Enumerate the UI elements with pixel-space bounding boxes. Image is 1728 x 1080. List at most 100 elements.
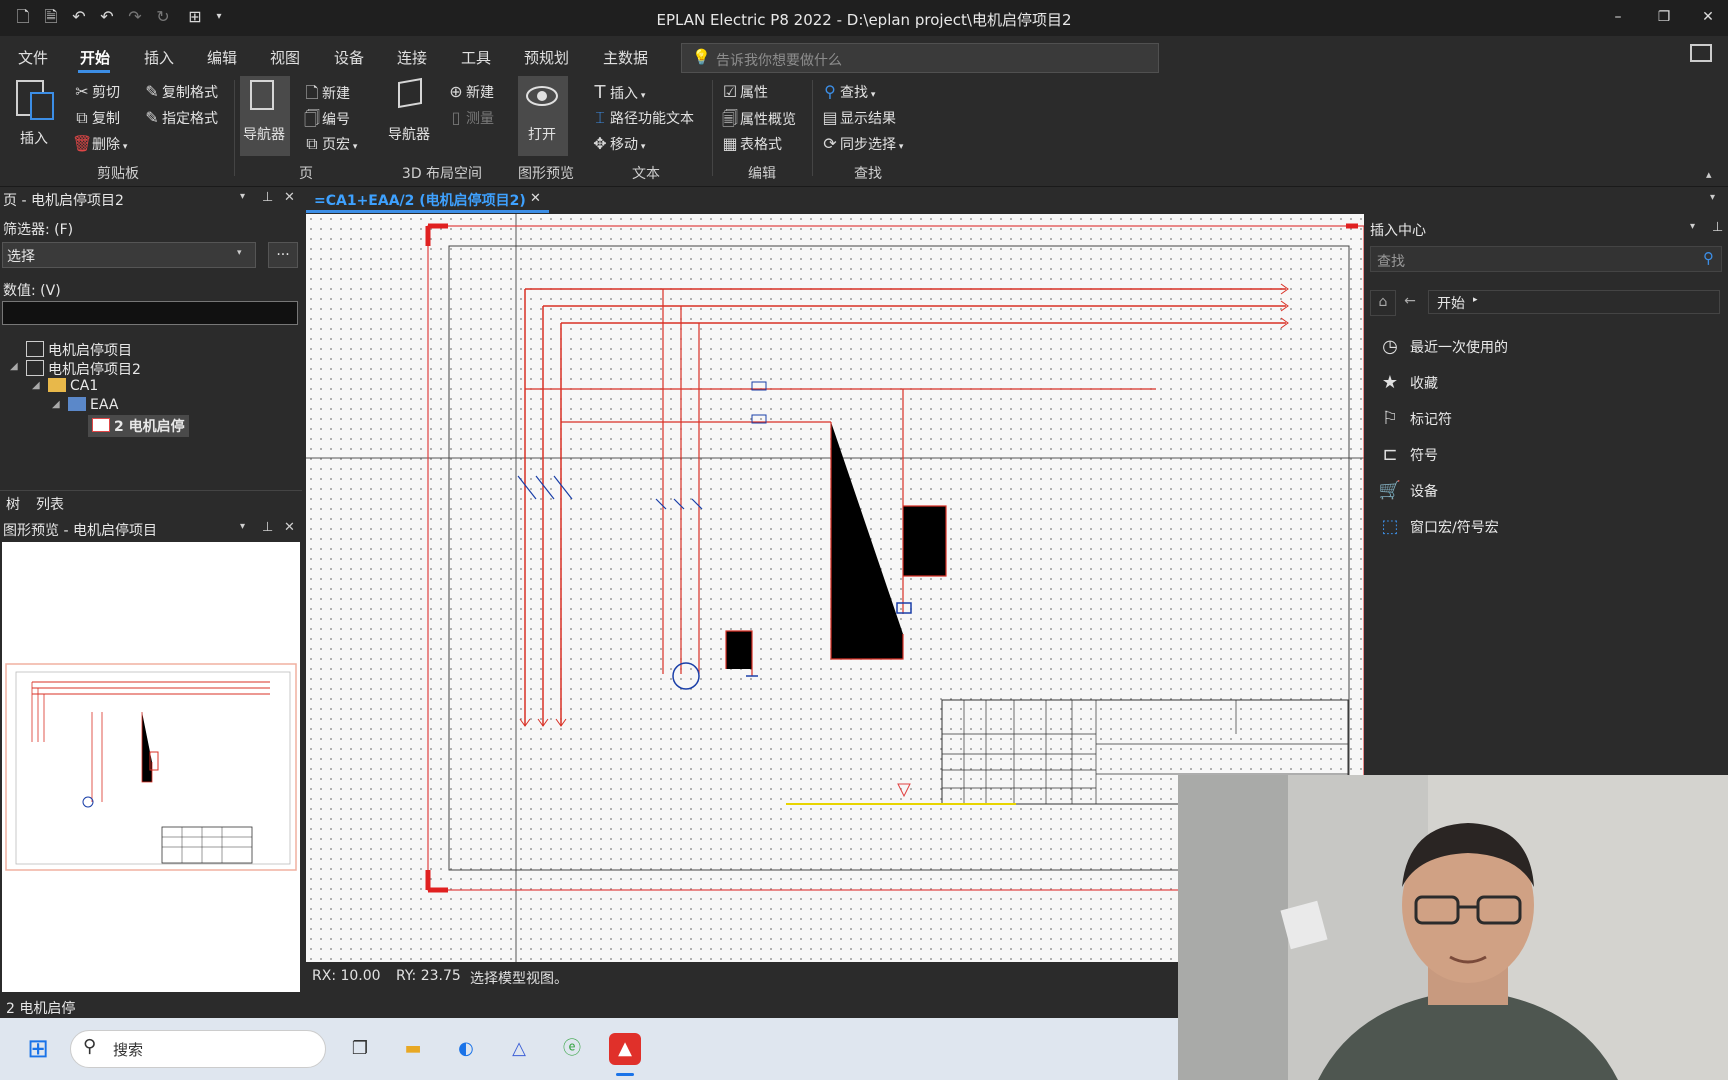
location-icon xyxy=(68,397,86,411)
panel-menu-icon[interactable]: ▾ xyxy=(1690,221,1695,232)
tab-list[interactable]: 列表 xyxy=(36,494,64,514)
panel-menu-icon[interactable]: ▾ xyxy=(240,191,245,202)
close-icon[interactable]: ✕ xyxy=(1688,4,1728,30)
panel-layout-icon[interactable] xyxy=(1690,44,1712,62)
menu-tools[interactable]: 工具 xyxy=(461,47,491,68)
page-navigator-icon xyxy=(250,80,274,110)
navigator-button[interactable]: 导航器 xyxy=(240,76,290,156)
menu-view[interactable]: 视图 xyxy=(270,47,300,68)
macro-icon: ⬚ xyxy=(1381,516,1399,537)
breadcrumb[interactable]: 开始 ▸ xyxy=(1428,290,1720,314)
path-text-label: 路径功能文本 xyxy=(610,111,694,127)
panel-menu-icon[interactable]: ▾ xyxy=(240,521,245,532)
sync-select-label: 同步选择 xyxy=(840,137,896,153)
search-icon[interactable]: ⚲ xyxy=(1703,249,1714,267)
insert-big-button[interactable]: 插入 xyxy=(12,78,56,148)
property-button[interactable]: ☑ 属性 xyxy=(720,82,768,102)
item-label: 标记符 xyxy=(1410,412,1452,428)
app-triangle-icon[interactable]: △ xyxy=(503,1033,535,1065)
task-view-icon[interactable]: ❐ xyxy=(344,1033,376,1065)
ribbon-separator xyxy=(712,80,713,176)
expand-icon[interactable]: ◢ xyxy=(10,361,18,372)
menu-master-data[interactable]: 主数据 xyxy=(603,47,648,68)
close-tab-icon[interactable]: ✕ xyxy=(530,191,541,206)
property-overview-icon: 🗐 xyxy=(722,109,738,128)
tell-me-search[interactable]: 💡 告诉我你想要做什么 xyxy=(681,43,1159,73)
symbol-item[interactable]: ⊏ 符号 xyxy=(1378,444,1438,465)
number-button[interactable]: 🗍 编号 xyxy=(302,108,350,135)
menu-insert[interactable]: 插入 xyxy=(144,47,174,68)
path-text-button[interactable]: ⌶ 路径功能文本 xyxy=(590,108,694,128)
windows-start-icon[interactable]: ⊞ xyxy=(22,1033,54,1065)
delete-label: 删除 xyxy=(92,137,120,153)
edge-browser-icon[interactable]: ◐ xyxy=(450,1033,482,1065)
menu-device[interactable]: 设备 xyxy=(334,47,364,68)
minimize-icon[interactable]: – xyxy=(1598,4,1638,30)
back-icon[interactable]: ← xyxy=(1398,290,1422,314)
expand-icon[interactable]: ◢ xyxy=(52,399,60,410)
copy-button[interactable]: ⧉ 复制 xyxy=(72,108,120,128)
filter-value: 选择 xyxy=(7,249,35,265)
pin-icon[interactable]: ⊥ xyxy=(262,190,273,205)
ie-browser-icon[interactable]: ⓔ xyxy=(556,1033,588,1065)
insert-center-search[interactable]: 查找 ⚲ xyxy=(1370,246,1722,272)
file-explorer-icon[interactable]: ▬ xyxy=(397,1033,429,1065)
star-icon: ★ xyxy=(1381,372,1399,393)
text-t-icon: T xyxy=(594,82,606,103)
page-macro-button[interactable]: ⧉ 页宏 ▾ xyxy=(302,134,357,154)
recent-item[interactable]: ◷ 最近一次使用的 xyxy=(1378,336,1508,357)
property-overview-button[interactable]: 🗐 属性概览 xyxy=(720,108,796,135)
collapse-ribbon-icon[interactable]: ▴ xyxy=(1706,168,1712,181)
new-page-button[interactable]: 🗋 新建 xyxy=(302,82,350,109)
chevron-down-icon: ▾ xyxy=(237,248,242,258)
marker-item[interactable]: ⚐ 标记符 xyxy=(1378,408,1452,429)
tree-item-project1[interactable]: 电机启停项目 xyxy=(26,340,132,360)
ruler-icon: ▯ xyxy=(451,108,461,127)
tree-item-ca1[interactable]: CA1 xyxy=(48,378,98,394)
tab-list-icon[interactable]: ▾ xyxy=(1710,192,1715,203)
taskbar-search[interactable]: ⚲ 搜索 xyxy=(70,1030,326,1068)
copy-label: 复制 xyxy=(92,111,120,127)
table-format-button[interactable]: ▦ 表格式 xyxy=(720,134,782,154)
cut-button[interactable]: ✂ 剪切 xyxy=(72,82,120,102)
device-item[interactable]: 🛒 设备 xyxy=(1378,480,1438,501)
home-icon[interactable]: ⌂ xyxy=(1370,290,1396,316)
tab-document[interactable]: =CA1+EAA/2 (电机启停项目2) ✕ xyxy=(306,187,549,213)
menu-start[interactable]: 开始 xyxy=(80,47,110,68)
tree-item-eaa[interactable]: EAA xyxy=(68,397,118,413)
close-panel-icon[interactable]: ✕ xyxy=(284,520,295,535)
menu-preplanning[interactable]: 预规划 xyxy=(524,47,569,68)
value-input[interactable] xyxy=(2,301,298,325)
menu-connect[interactable]: 连接 xyxy=(397,47,427,68)
measure-button[interactable]: ▯ 测量 xyxy=(446,108,494,128)
assign-format-button[interactable]: ✎ 指定格式 xyxy=(142,108,218,128)
tree-item-project2[interactable]: 电机启停项目2 xyxy=(26,359,141,379)
breadcrumb-start: 开始 xyxy=(1437,296,1465,312)
open-label: 打开 xyxy=(528,127,556,143)
move-button[interactable]: ✥ 移动 ▾ xyxy=(590,134,645,154)
filter-more-button[interactable]: ... xyxy=(268,242,298,268)
favorites-item[interactable]: ★ 收藏 xyxy=(1378,372,1438,393)
tab-tree[interactable]: 树 xyxy=(6,494,20,514)
pin-icon[interactable]: ⊥ xyxy=(262,520,273,535)
show-results-button[interactable]: ▤ 显示结果 xyxy=(820,108,896,128)
menu-file[interactable]: 文件 xyxy=(18,47,48,68)
text-insert-button[interactable]: T 插入 ▾ xyxy=(590,82,646,103)
menu-edit[interactable]: 编辑 xyxy=(207,47,237,68)
tree-item-page2[interactable]: 2 电机启停 xyxy=(88,415,189,437)
filter-select[interactable]: 选择 ▾ xyxy=(2,242,256,268)
navigator3d-button[interactable]: 导航器 xyxy=(386,76,436,156)
eplan-app-icon[interactable]: ▲ xyxy=(609,1033,641,1065)
delete-button[interactable]: 🗑删除 ▾ xyxy=(72,134,127,154)
open-preview-button[interactable]: 打开 xyxy=(518,76,568,156)
copy-format-button[interactable]: ✎ 复制格式 xyxy=(142,82,218,102)
new-3d-button[interactable]: ⊕ 新建 xyxy=(446,82,494,102)
close-panel-icon[interactable]: ✕ xyxy=(284,190,295,205)
find-button[interactable]: ⚲ 查找 ▾ xyxy=(820,82,875,102)
restore-icon[interactable]: ❐ xyxy=(1644,4,1684,30)
expand-icon[interactable]: ◢ xyxy=(32,380,40,391)
pin-icon[interactable]: ⊥ xyxy=(1712,220,1723,235)
sync-select-button[interactable]: ⟳ 同步选择 ▾ xyxy=(820,134,903,154)
macro-item[interactable]: ⬚ 窗口宏/符号宏 xyxy=(1378,516,1498,537)
new-page-icon: 🗋 xyxy=(305,83,319,102)
